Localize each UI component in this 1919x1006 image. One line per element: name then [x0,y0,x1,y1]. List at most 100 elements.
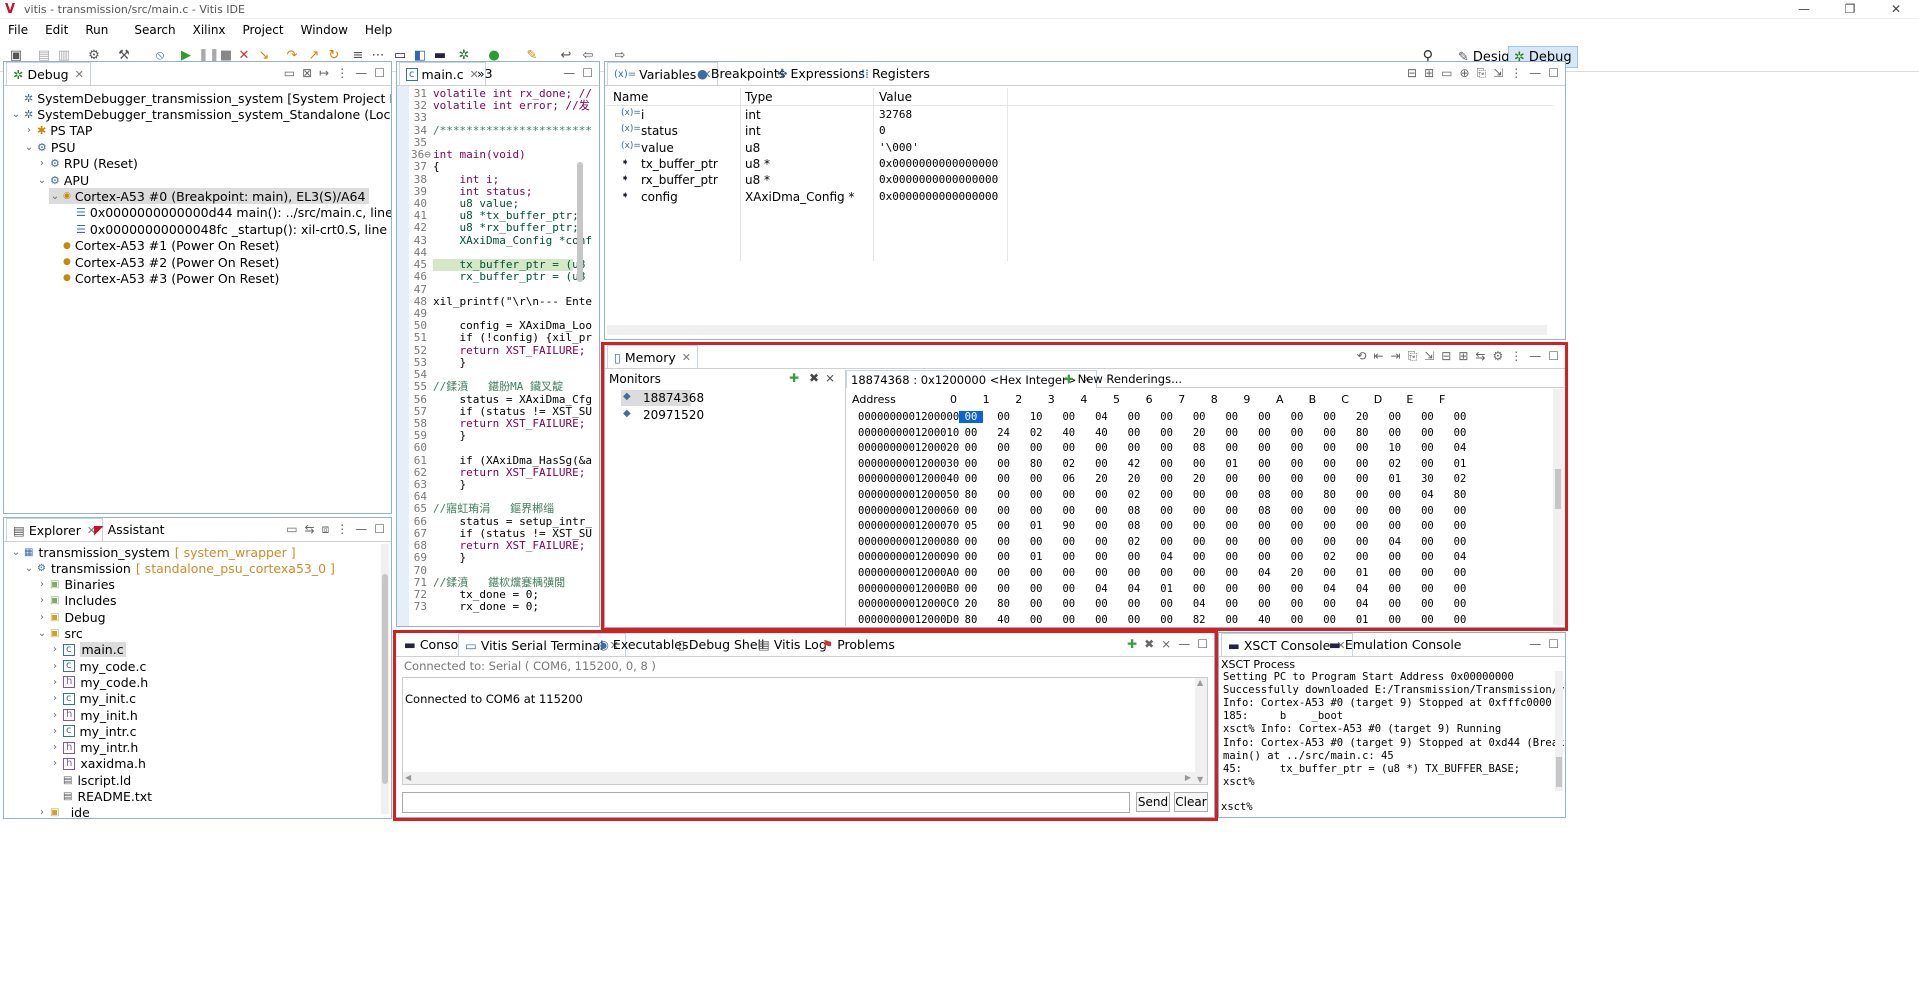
view-menu-icon[interactable]: ⋮ [1510,349,1522,364]
hex-byte[interactable]: 01 [1024,551,1048,563]
hex-byte[interactable]: 00 [1057,551,1081,563]
hex-byte[interactable]: 00 [1220,505,1244,517]
hex-byte[interactable]: 80 [1024,458,1048,470]
hex-byte[interactable]: 01 [1155,583,1179,595]
add-global-icon[interactable]: ⊕ [1460,66,1470,81]
import-icon[interactable]: ⇤ [1373,349,1383,364]
explorer-item[interactable]: › c my_init.c [49,691,141,707]
terminal-hscroll[interactable]: ◀ ▶ [403,772,1195,784]
view-menu-icon[interactable]: — [1178,637,1190,651]
hex-byte[interactable]: 00 [1415,551,1439,563]
variable-value[interactable]: 32768 [879,108,912,121]
hex-byte[interactable]: 00 [1252,458,1276,470]
hex-byte[interactable]: 08 [1187,442,1211,454]
close-button[interactable]: ✕ [1873,0,1919,19]
hex-byte[interactable]: 00 [1448,427,1472,439]
hex-byte[interactable]: 00 [1220,536,1244,548]
menu-edit[interactable]: Edit [45,23,68,37]
hex-byte[interactable]: 00 [1089,505,1113,517]
hex-byte[interactable]: 00 [1318,520,1342,532]
minimize-icon[interactable]: — [1529,349,1541,364]
remove-terminated-icon[interactable]: ⊠ [302,66,312,80]
hex-byte[interactable]: 00 [1057,505,1081,517]
hex-byte[interactable]: 02 [1448,473,1472,485]
expand-toggle-icon[interactable]: ⌄ [23,142,35,153]
explorer-item[interactable]: ▤ lscript.ld [49,772,136,788]
collapse-all-icon[interactable]: ▭ [286,522,297,537]
hex-byte[interactable]: 01 [1448,458,1472,470]
hex-byte[interactable]: 00 [959,473,983,485]
minimize-icon[interactable]: — [355,66,367,80]
hex-byte[interactable]: 00 [1350,458,1374,470]
hex-byte[interactable]: 00 [992,536,1016,548]
collapse-all-icon[interactable]: ▭ [284,66,295,80]
hex-byte[interactable]: 00 [1155,411,1179,423]
hex-byte[interactable]: 00 [1220,567,1244,579]
hex-byte[interactable]: 00 [1155,489,1179,501]
maximize-icon[interactable]: ☐ [1548,349,1559,364]
explorer-item[interactable]: › ▣ Binaries [36,577,120,593]
disconnect-icon[interactable]: ✖ [1144,637,1154,651]
hex-byte[interactable]: 00 [1187,489,1211,501]
code-area[interactable]: 31 volatile int rx_done; //32 volatile int… [397,86,599,626]
hex-byte[interactable]: 00 [1448,520,1472,532]
hex-byte[interactable]: 20 [1122,473,1146,485]
hex-byte[interactable]: 00 [1252,598,1276,610]
hex-byte[interactable]: 00 [1252,520,1276,532]
filter-icon[interactable]: ⧈ [322,522,330,537]
hex-byte[interactable]: 00 [1057,442,1081,454]
hex-byte[interactable]: 02 [1383,458,1407,470]
tab-problems[interactable]: ⚑ Problems [816,633,901,656]
maximize-icon[interactable]: ☐ [1548,66,1559,81]
hex-byte[interactable]: 00 [1089,489,1113,501]
hex-byte[interactable]: 00 [1220,551,1244,563]
hex-byte[interactable]: 00 [1057,614,1081,626]
expand-toggle-icon[interactable]: › [36,158,48,169]
hex-byte[interactable]: 04 [1089,583,1113,595]
hex-byte[interactable]: 04 [1318,583,1342,595]
hex-byte[interactable]: 00 [992,583,1016,595]
expand-toggle-icon[interactable]: ⌄ [36,175,48,186]
hex-byte[interactable]: 00 [1220,442,1244,454]
menu-window[interactable]: Window [301,23,348,37]
terminal-output[interactable]: Connected to COM6 at 115200 ▲ ▼ ◀ ▶ [402,677,1208,785]
expand-toggle-icon[interactable]: › [36,612,48,623]
clear-icon[interactable]: ⨯ [1161,637,1171,651]
explorer-item[interactable]: › h my_code.h [49,674,153,690]
explorer-item[interactable]: › ▣ Includes [36,593,121,609]
hex-byte[interactable]: 00 [1318,458,1342,470]
hex-byte[interactable]: 00 [1122,442,1146,454]
expand-toggle-icon[interactable]: › [23,125,35,136]
hex-byte[interactable]: 00 [1285,536,1309,548]
hex-byte[interactable]: 10 [1024,411,1048,423]
explorer-item[interactable]: › c my_code.c [49,658,151,674]
hex-byte[interactable]: 00 [1220,614,1244,626]
hex-byte[interactable]: 00 [992,489,1016,501]
xsct-scrollbar[interactable] [1555,671,1563,791]
hex-byte[interactable]: 00 [1089,442,1113,454]
tab-assistant[interactable]: ◤ Assistant [88,518,171,541]
hex-byte[interactable]: 00 [1285,427,1309,439]
new-tab-icon[interactable]: ⎘ [1408,349,1418,364]
hex-byte[interactable]: 00 [992,458,1016,470]
hex-byte[interactable]: 00 [1285,520,1309,532]
hex-byte[interactable]: 00 [992,551,1016,563]
hex-byte[interactable]: 00 [1285,614,1309,626]
col-value-header[interactable]: Value [879,90,912,104]
hex-byte[interactable]: 00 [1383,505,1407,517]
hex-byte[interactable]: 00 [1155,505,1179,517]
hex-byte[interactable]: 01 [1383,473,1407,485]
hex-byte[interactable]: 00 [1024,536,1048,548]
hex-byte[interactable]: 00 [1448,583,1472,595]
hex-byte[interactable]: 00 [1415,411,1439,423]
tab-debug[interactable]: ✲ Debug ✕ [6,62,91,85]
hex-byte[interactable]: 00 [1318,473,1342,485]
hex-byte[interactable]: 00 [1448,536,1472,548]
hex-byte[interactable]: 04 [1448,442,1472,454]
maximize-icon[interactable]: ☐ [374,66,385,80]
hex-byte[interactable]: 00 [1415,427,1439,439]
debug-tree-row[interactable]: ✲ SystemDebugger_transmission_system [Sys… [10,90,391,106]
explorer-scrollbar[interactable] [381,544,389,814]
hex-byte[interactable]: 00 [959,427,983,439]
hex-byte[interactable]: 02 [1122,536,1146,548]
